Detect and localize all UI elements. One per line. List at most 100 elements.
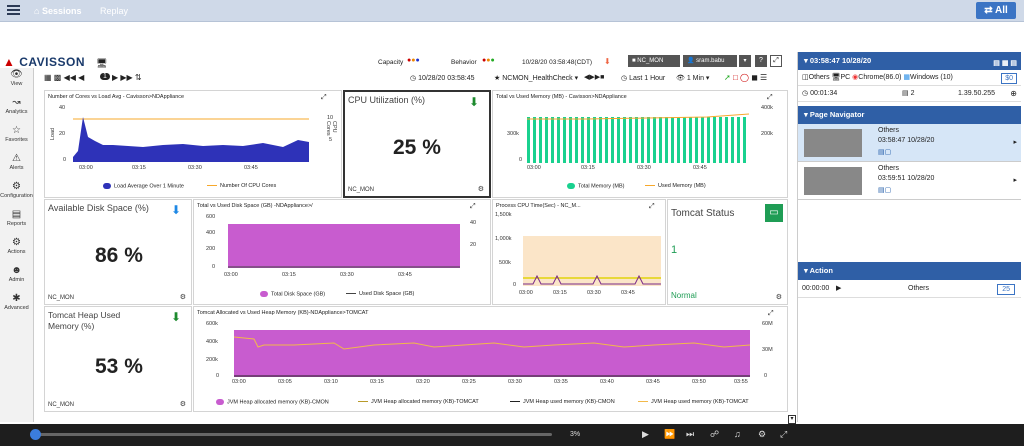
page-item[interactable]: Others 03:58:47 10/28/20 ▤▢ ▸ <box>798 124 1021 162</box>
session-count-badge[interactable]: $0 <box>1001 73 1017 84</box>
behavior-alert-icons[interactable]: ●●● <box>482 57 495 64</box>
replay-progress-knob[interactable] <box>30 429 41 440</box>
xtick: 03:15 <box>282 272 296 278</box>
capacity-alert-icons[interactable]: ●●● <box>407 57 420 64</box>
xtick: 03:30 <box>637 165 651 171</box>
add-icon[interactable]: ⊕ <box>1010 86 1017 102</box>
action-row[interactable]: 00:00:00 ▶ Others 25 <box>798 280 1021 298</box>
user-dropdown-icon[interactable]: ▾ <box>739 55 751 67</box>
tomcat-status-panel[interactable]: Tomcat Status ▭ 1 Normal ⚙ <box>667 199 788 305</box>
heap-used-title: Tomcat Heap Used Memory (%) <box>48 310 121 331</box>
collapse-panel-icon[interactable]: ▾ <box>788 415 796 424</box>
expand-icon[interactable]: ⤢ <box>470 203 476 211</box>
disk-space-title: Available Disk Space (%) <box>48 203 149 213</box>
legend-total-disk-label: Total Disk Space (GB) <box>271 291 326 298</box>
xtick: 03:05 <box>278 379 292 385</box>
fullscreen-icon[interactable]: ⤢ <box>780 429 787 440</box>
volume-icon[interactable]: ♫ <box>734 429 741 439</box>
action-count-badge[interactable]: 25 <box>997 284 1015 295</box>
xtick: 03:30 <box>587 290 601 296</box>
legend-total-disk[interactable]: Total Disk Space (GB) <box>260 291 325 297</box>
disk-space-panel[interactable]: Available Disk Space (%) ⬇ 86 % NC_MON ⚙ <box>44 199 192 305</box>
settings-icon[interactable]: ⚙ <box>758 429 766 440</box>
toolbar-tool-icons[interactable]: ➚ □ ◯ ◼ ☰ <box>724 73 767 82</box>
session-device: PC <box>840 74 851 81</box>
nav-view[interactable]: 👁 View <box>0 68 33 96</box>
expand-icon[interactable]: ⤢ <box>321 94 327 102</box>
legend-used-disk[interactable]: Used Disk Space (GB) <box>346 291 414 297</box>
settings-gear-icon[interactable]: ⚙ <box>180 400 186 408</box>
legend-heap-used-tomcat[interactable]: JVM Heap used memory (KB)-TOMCAT <box>638 399 749 405</box>
nav-favorites[interactable]: ☆ Favorites <box>0 124 33 152</box>
play-circle-icon[interactable]: ▶ <box>836 280 841 298</box>
xtick: 03:00 <box>527 165 541 171</box>
time-range-value: Last 1 Hour <box>629 75 666 82</box>
xtick: 03:30 <box>188 165 202 171</box>
page-item-icons[interactable]: ▤▢ <box>878 148 891 156</box>
session-duration: 00:01:34 <box>810 90 838 97</box>
heap-used-value: 53 % <box>95 355 143 378</box>
nav-next-icons[interactable]: ▶ ▶▶ ⇅ <box>112 73 142 82</box>
nav-configuration[interactable]: ⚙ Configuration <box>0 180 33 208</box>
settings-gear-icon[interactable]: ⚙ <box>776 293 782 301</box>
legend-used-memory[interactable]: Used Memory (MB) <box>645 183 706 189</box>
replay-progress-track[interactable] <box>34 433 552 436</box>
fast-forward-icon[interactable]: ⏩ <box>664 429 675 440</box>
eye-icon: 👁 <box>10 69 23 80</box>
nav-reports-label: Reports <box>6 221 27 227</box>
hamburger-menu-icon[interactable] <box>7 5 20 16</box>
help-icon[interactable]: ? <box>755 55 767 67</box>
monitor-icon[interactable]: 🖥 <box>96 58 107 69</box>
expand-icon[interactable]: ⤢ <box>649 203 655 211</box>
chevron-right-icon[interactable]: ▸ <box>1013 176 1017 184</box>
nav-actions[interactable]: ⚙ Actions <box>0 236 33 264</box>
nav-favorites-label: Favorites <box>5 137 28 143</box>
settings-gear-icon[interactable]: ⚙ <box>478 185 484 193</box>
skip-end-icon[interactable]: ⏭ <box>686 429 694 440</box>
layout-icons[interactable]: ▦ ▩ ◀◀ ◀ <box>44 73 84 82</box>
expand-icon[interactable]: ⤢ <box>768 310 774 318</box>
ytick: 600 <box>206 214 216 220</box>
page-item[interactable]: Others 03:59:51 10/28/20 ▤▢ ▸ <box>798 162 1021 200</box>
time-range-selector[interactable]: ◷ Last 1 Hour <box>621 74 665 82</box>
chevron-right-icon[interactable]: ▸ <box>1013 138 1017 146</box>
page-item-icons[interactable]: ▤▢ <box>878 186 891 194</box>
page-number[interactable]: 1 <box>100 73 110 80</box>
xtick: 03:45 <box>646 379 660 385</box>
heap-used-panel[interactable]: Tomcat Heap Used Memory (%) ⬇ 53 % NC_MO… <box>44 306 192 412</box>
tab-sessions[interactable]: ⌂ Sessions <box>34 6 81 16</box>
legend-cpu-cores[interactable]: Number Of CPU Cores <box>207 183 276 189</box>
legend-heap-alloc-tomcat[interactable]: JVM Heap allocated memory (KB)-TOMCAT <box>358 399 479 405</box>
capacity-label[interactable]: Capacity <box>378 59 403 66</box>
legend-heap-alloc-cmon[interactable]: JVM Heap allocated memory (KB)-CMON <box>216 399 329 405</box>
user-menu[interactable]: 👤 sram.babu <box>683 55 737 67</box>
session-browser: Chrome(86.0) <box>858 74 902 81</box>
interval-selector[interactable]: 👁 1 Min ▾ <box>676 74 709 82</box>
settings-gear-icon[interactable]: ⚙ <box>180 293 186 301</box>
behavior-label[interactable]: Behavior <box>451 59 477 66</box>
healthcheck-selector[interactable]: ★ NCMON_HealthCheck ▾ <box>494 74 578 82</box>
legend-total-memory[interactable]: Total Memory (MB) <box>567 183 624 189</box>
nav-reports[interactable]: ▤ Reports <box>0 208 33 236</box>
download-icon[interactable]: ⬇ <box>604 57 611 66</box>
play-icon[interactable]: ▶ <box>642 429 649 440</box>
legend-heap-used-cmon[interactable]: JVM Heap used memory (KB)-CMON <box>510 399 615 405</box>
playback-icons[interactable]: ◀▶▶■ <box>584 73 604 81</box>
xtick: 03:40 <box>600 379 614 385</box>
share-icon[interactable]: ☍ <box>710 429 719 440</box>
cpu-utilization-panel[interactable]: CPU Utilization (%) ⬇ 25 % NC_MON ⚙ <box>343 90 491 198</box>
load-avg-area <box>73 117 309 162</box>
nav-advanced[interactable]: ✱ Advanced <box>0 292 33 320</box>
expand-icon[interactable]: ⤢ <box>767 94 773 102</box>
nav-alerts[interactable]: ⚠ Alerts <box>0 152 33 180</box>
fullscreen-icon[interactable]: ⤢ <box>770 55 782 67</box>
legend-heap-alloc-cmon-label: JVM Heap allocated memory (KB)-CMON <box>227 399 329 406</box>
monitor-selector[interactable]: ■ NC_MON <box>628 55 680 67</box>
process-cpu-title: Process CPU Time(Sec) - NC_M... <box>496 203 581 209</box>
nav-analytics[interactable]: ↝ Analytics <box>0 96 33 124</box>
nav-admin[interactable]: ☻ Admin <box>0 264 33 292</box>
legend-load-avg[interactable]: Load Average Over 1 Minute <box>103 183 184 189</box>
xtick: 03:15 <box>132 165 146 171</box>
tab-replay[interactable]: Replay <box>100 6 128 16</box>
all-button[interactable]: ⇄ All <box>976 2 1016 19</box>
